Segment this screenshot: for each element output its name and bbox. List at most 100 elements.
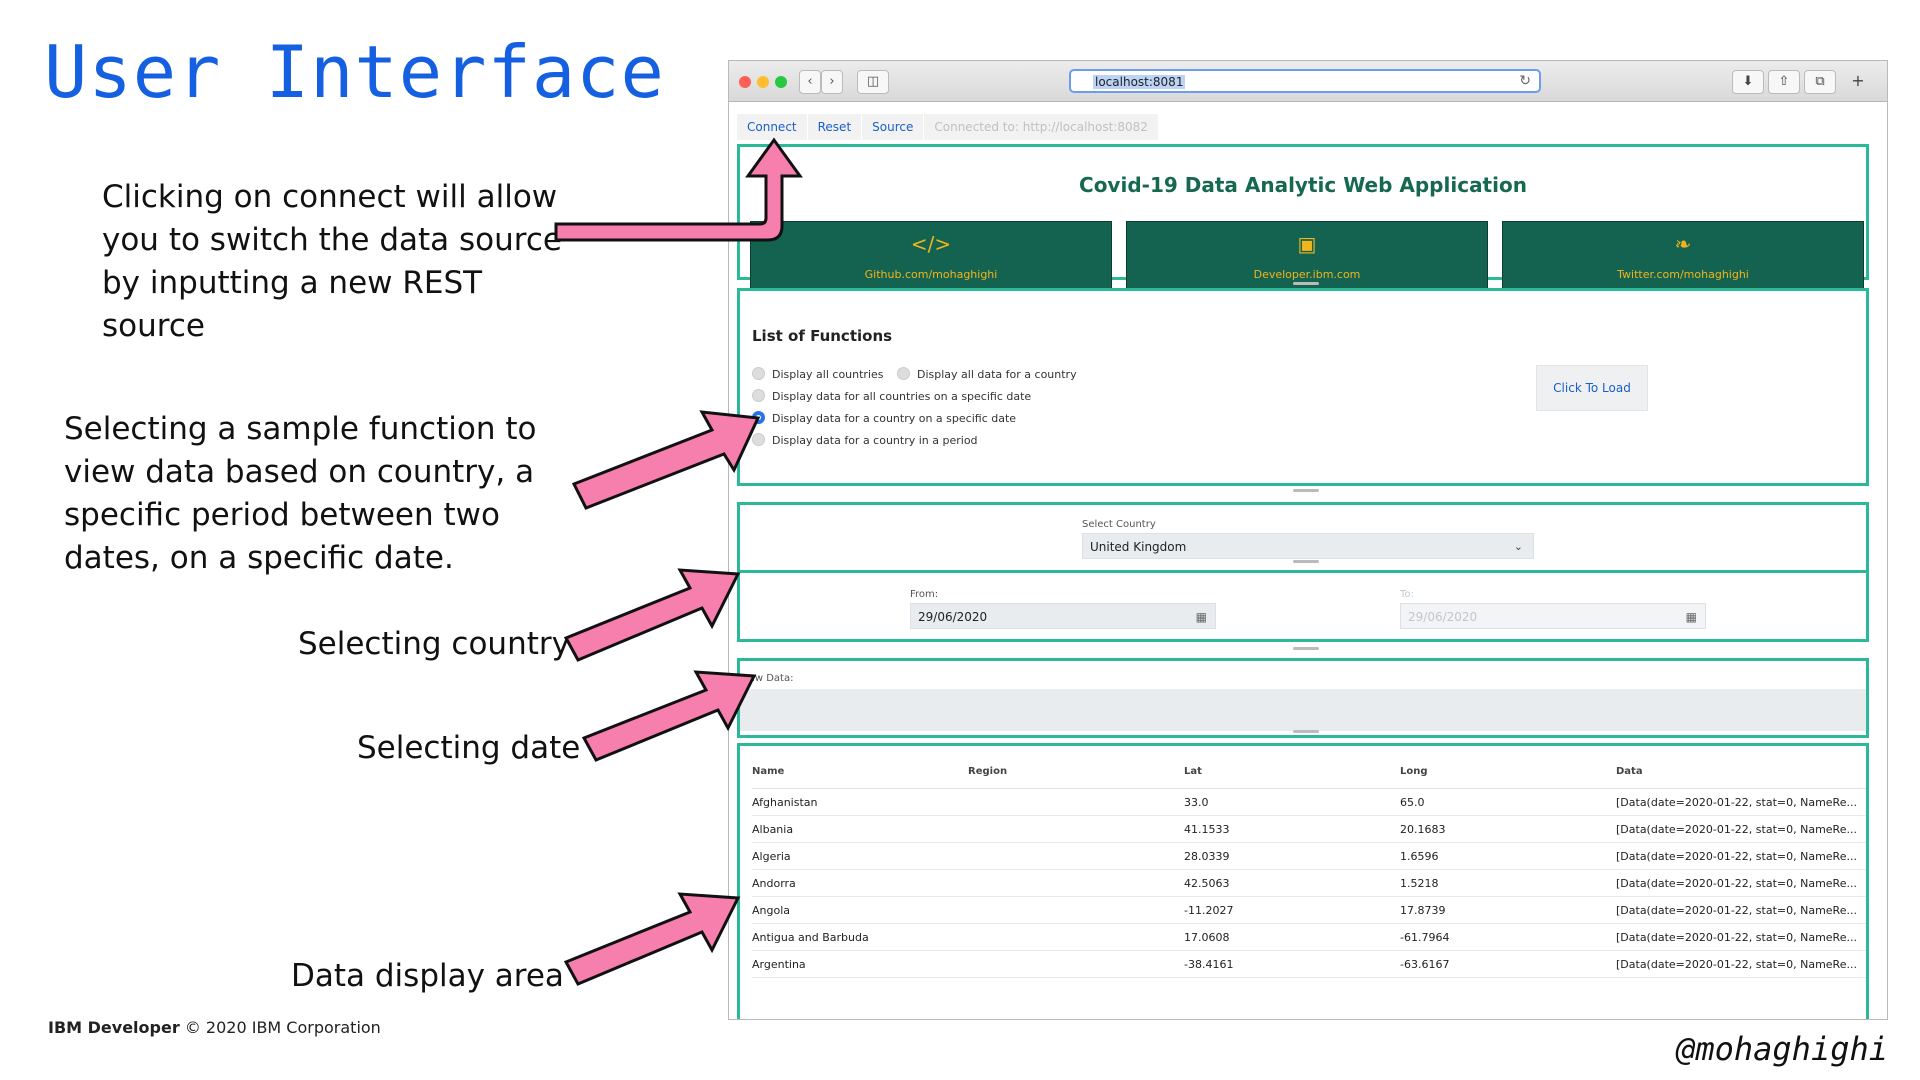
cell: Albania xyxy=(752,815,968,843)
resize-handle[interactable] xyxy=(1293,730,1319,733)
cell: -38.4161 xyxy=(1184,950,1400,978)
radio-country-in-period[interactable]: Display data for a country in a period xyxy=(752,433,978,448)
new-tab-icon[interactable]: + xyxy=(1847,70,1869,92)
twitter-icon: ❧ xyxy=(1674,232,1692,256)
footer-copyright: © 2020 IBM Corporation xyxy=(184,1018,381,1037)
developer-card[interactable]: ▣ Developer.ibm.com xyxy=(1126,221,1488,297)
browser-toolbar: ‹ › ◫ localhost:8081 ↻ ⬇ ⇧ ⧉ + xyxy=(729,61,1887,102)
cell: Angola xyxy=(752,896,968,924)
header-panel: Covid-19 Data Analytic Web Application <… xyxy=(737,144,1869,297)
calendar-icon[interactable]: ▦ xyxy=(1686,604,1697,630)
resize-handle[interactable] xyxy=(1293,489,1319,492)
zoom-window-button[interactable] xyxy=(775,76,787,88)
calendar-icon[interactable]: ▦ xyxy=(1196,604,1207,630)
cell: [Data(date=2020-01-22, stat=0, NameRe... xyxy=(1616,788,1866,816)
column-header[interactable]: Long xyxy=(1400,754,1616,789)
tabs-icon[interactable]: ⧉ xyxy=(1804,70,1836,94)
table-row[interactable]: Andorra 42.5063 1.5218 [Data(date=2020-01-2… xyxy=(752,869,1866,897)
country-value: United Kingdom xyxy=(1090,540,1187,554)
click-to-load-button[interactable]: Click To Load xyxy=(1536,365,1648,411)
radio-indicator[interactable] xyxy=(752,433,765,446)
country-select[interactable]: United Kingdom ⌄ xyxy=(1082,533,1534,559)
url-text: localhost:8081 xyxy=(1093,75,1186,89)
radio-all-countries-specific-date[interactable]: Display data for all countries on a spec… xyxy=(752,389,1031,404)
date-panel: From: 29/06/2020 ▦ To: 29/06/2020 ▦ xyxy=(737,570,1869,642)
close-window-button[interactable] xyxy=(739,76,751,88)
from-date-value: 29/06/2020 xyxy=(918,610,988,624)
column-header[interactable]: Lat xyxy=(1184,754,1400,789)
address-bar[interactable]: localhost:8081 ↻ xyxy=(1069,69,1541,93)
sidebar-icon[interactable]: ◫ xyxy=(857,70,889,94)
annotation-connect: Clicking on connect will allow you to sw… xyxy=(102,179,562,344)
source-button[interactable]: Source xyxy=(862,114,924,140)
download-icon[interactable]: ⬇ xyxy=(1732,70,1764,94)
radio-label: Display all countries xyxy=(772,368,884,381)
cell: 20.1683 xyxy=(1400,815,1616,843)
to-date-input[interactable]: 29/06/2020 ▦ xyxy=(1400,603,1706,629)
connect-button[interactable]: Connect xyxy=(737,114,807,140)
radio-country-specific-date[interactable]: Display data for a country on a specific… xyxy=(752,411,1016,426)
forward-icon[interactable]: › xyxy=(821,70,843,94)
table-row[interactable]: Albania 41.1533 20.1683 [Data(date=2020-01-… xyxy=(752,815,1866,843)
cell: 1.5218 xyxy=(1400,869,1616,897)
cell: 1.6596 xyxy=(1400,842,1616,870)
reload-icon[interactable]: ↻ xyxy=(1519,73,1531,89)
to-date-value: 29/06/2020 xyxy=(1408,610,1478,624)
radio-label: Display data for all countries on a spec… xyxy=(772,390,1032,403)
radio-label: Display data for a country in a period xyxy=(772,434,978,447)
github-link[interactable]: Github.com/mohaghighi xyxy=(751,268,1111,281)
back-icon[interactable]: ‹ xyxy=(799,70,821,94)
radio-display-all-countries[interactable]: Display all countries xyxy=(752,367,884,382)
table-row[interactable]: Antigua and Barbuda 17.0608 -61.7964 [Data(… xyxy=(752,923,1866,951)
table-header-row: Name Region Lat Long Data xyxy=(752,754,1866,789)
github-card[interactable]: </> Github.com/mohaghighi xyxy=(750,221,1112,297)
arrow-to-country xyxy=(563,568,741,662)
radio-indicator[interactable] xyxy=(752,367,765,380)
share-icon[interactable]: ⇧ xyxy=(1768,70,1800,94)
functions-panel: List of Functions Display all countries … xyxy=(737,288,1869,486)
minimize-window-button[interactable] xyxy=(757,76,769,88)
column-header[interactable]: Name xyxy=(752,754,968,789)
functions-heading: List of Functions xyxy=(752,327,893,345)
radio-display-all-data-country[interactable]: Display all data for a country xyxy=(897,367,1077,382)
cell: -63.6167 xyxy=(1400,950,1616,978)
twitter-link[interactable]: Twitter.com/mohaghighi xyxy=(1503,268,1863,281)
column-header[interactable]: Region xyxy=(968,754,1184,789)
from-date-input[interactable]: 29/06/2020 ▦ xyxy=(910,603,1216,629)
radio-indicator[interactable] xyxy=(897,367,910,380)
twitter-card[interactable]: ❧ Twitter.com/mohaghighi xyxy=(1502,221,1864,297)
cell xyxy=(968,923,1184,951)
cell: [Data(date=2020-01-22, stat=0, NameRe... xyxy=(1616,842,1866,870)
cell xyxy=(968,896,1184,924)
cell: [Data(date=2020-01-22, stat=0, NameRe... xyxy=(1616,923,1866,951)
cell xyxy=(968,842,1184,870)
chevron-down-icon: ⌄ xyxy=(1513,540,1523,553)
table-row[interactable]: Algeria 28.0339 1.6596 [Data(date=2020-01-2… xyxy=(752,842,1866,870)
raw-data-panel: Raw Data: xyxy=(737,658,1869,738)
country-label: Select Country xyxy=(1082,519,1156,530)
table-row[interactable]: Angola -11.2027 17.8739 [Data(date=2020-01-… xyxy=(752,896,1866,924)
cell: 17.0608 xyxy=(1184,923,1400,951)
cell xyxy=(968,950,1184,978)
resize-handle[interactable] xyxy=(1293,647,1319,650)
raw-data-label: Raw Data: xyxy=(742,673,794,684)
table-row[interactable]: Argentina -38.4161 -63.6167 [Data(date=2020… xyxy=(752,950,1866,978)
arrow-to-table xyxy=(563,892,741,986)
app-title: Covid-19 Data Analytic Web Application xyxy=(1079,173,1527,197)
column-header[interactable]: Data xyxy=(1616,754,1866,789)
radio-label: Display data for a country on a specific… xyxy=(772,412,1017,425)
table-row[interactable]: Afghanistan 33.0 65.0 [Data(date=2020-01-22… xyxy=(752,788,1866,816)
radio-indicator[interactable] xyxy=(752,389,765,402)
connection-status: Connected to: http://localhost:8082 xyxy=(924,114,1158,140)
radio-indicator-selected[interactable] xyxy=(752,411,765,424)
annotation-date: Selecting date xyxy=(357,730,581,766)
footer-brand: IBM Developer xyxy=(48,1018,180,1037)
developer-link[interactable]: Developer.ibm.com xyxy=(1127,268,1487,281)
cell: 65.0 xyxy=(1400,788,1616,816)
resize-handle[interactable] xyxy=(1293,560,1319,563)
reset-button[interactable]: Reset xyxy=(807,114,862,140)
data-table-panel: Name Region Lat Long Data Afghanistan 33.… xyxy=(737,743,1869,1019)
resize-handle[interactable] xyxy=(1293,282,1319,285)
to-label: To: xyxy=(1400,589,1414,600)
raw-data-output[interactable] xyxy=(740,689,1866,731)
